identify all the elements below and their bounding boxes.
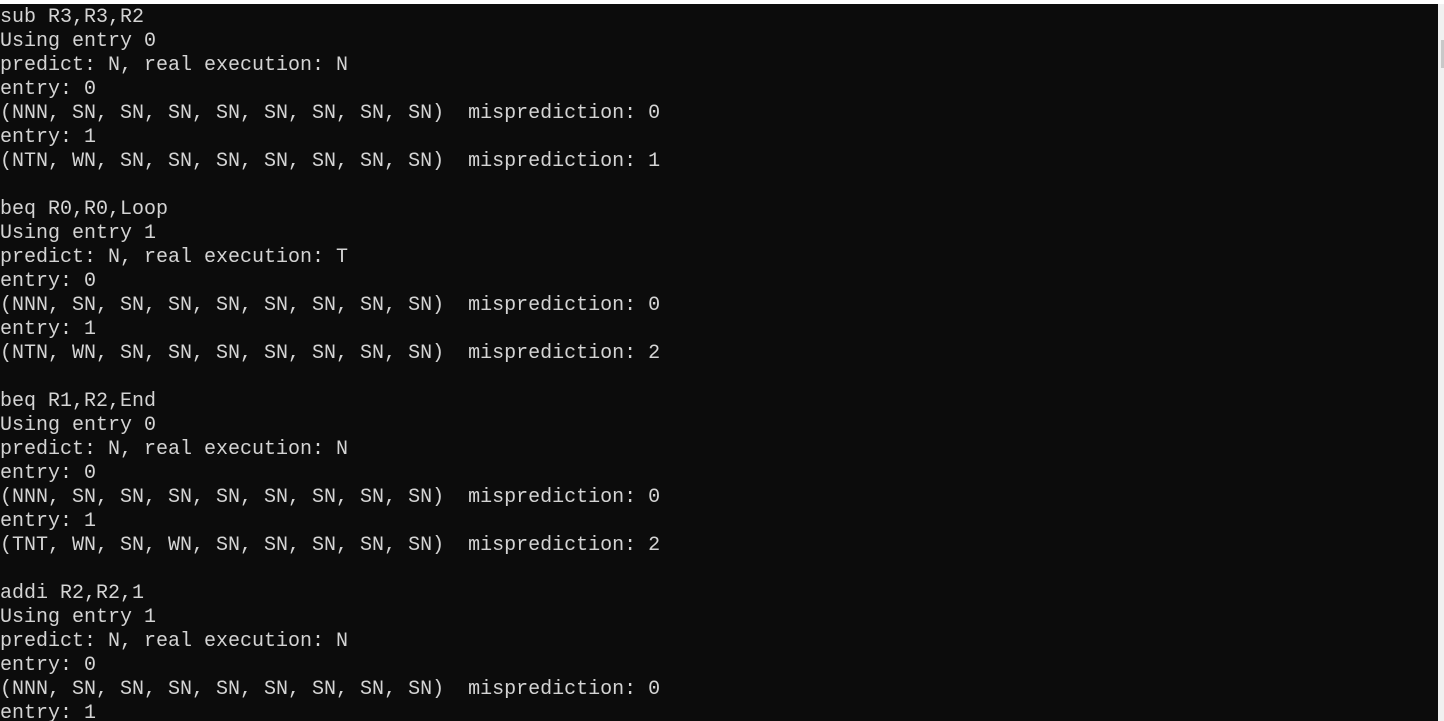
- console-line: (NTN, WN, SN, SN, SN, SN, SN, SN, SN) mi…: [0, 150, 661, 173]
- console-line: (NNN, SN, SN, SN, SN, SN, SN, SN, SN) mi…: [0, 294, 661, 317]
- console-line: beq R0,R0,Loop: [0, 198, 169, 221]
- vertical-scrollbar[interactable]: [1438, 4, 1444, 721]
- console-line: entry: 1: [0, 318, 97, 341]
- console-line: predict: N, real execution: N: [0, 438, 349, 461]
- console-line: entry: 1: [0, 126, 97, 149]
- console-line: (NNN, SN, SN, SN, SN, SN, SN, SN, SN) mi…: [0, 678, 661, 701]
- console-output: sub R3,R3,R2 Using entry 0 predict: N, rea…: [0, 6, 660, 721]
- console-line: Using entry 1: [0, 222, 157, 245]
- console-line: entry: 0: [0, 462, 97, 485]
- console-line: (TNT, WN, SN, WN, SN, SN, SN, SN, SN) mi…: [0, 534, 661, 557]
- console-line: beq R1,R2,End: [0, 390, 157, 413]
- console-line: sub R3,R3,R2: [0, 6, 145, 29]
- console-line: predict: N, real execution: N: [0, 54, 349, 77]
- console-line: entry: 1: [0, 510, 97, 533]
- console-line: (NTN, WN, SN, SN, SN, SN, SN, SN, SN) mi…: [0, 342, 661, 365]
- console-line: addi R2,R2,1: [0, 582, 145, 605]
- console-line: predict: N, real execution: T: [0, 246, 349, 269]
- console-line: entry: 0: [0, 654, 97, 677]
- console-line: predict: N, real execution: N: [0, 630, 349, 653]
- console-line: Using entry 1: [0, 606, 157, 629]
- console-line: Using entry 0: [0, 414, 157, 437]
- console-window[interactable]: sub R3,R3,R2 Using entry 0 predict: N, rea…: [0, 4, 1438, 721]
- console-line: Using entry 0: [0, 30, 157, 53]
- console-line: (NNN, SN, SN, SN, SN, SN, SN, SN, SN) mi…: [0, 486, 661, 509]
- console-line: (NNN, SN, SN, SN, SN, SN, SN, SN, SN) mi…: [0, 102, 661, 125]
- console-line: entry: 1: [0, 702, 97, 721]
- console-line: entry: 0: [0, 78, 97, 101]
- console-line: entry: 0: [0, 270, 97, 293]
